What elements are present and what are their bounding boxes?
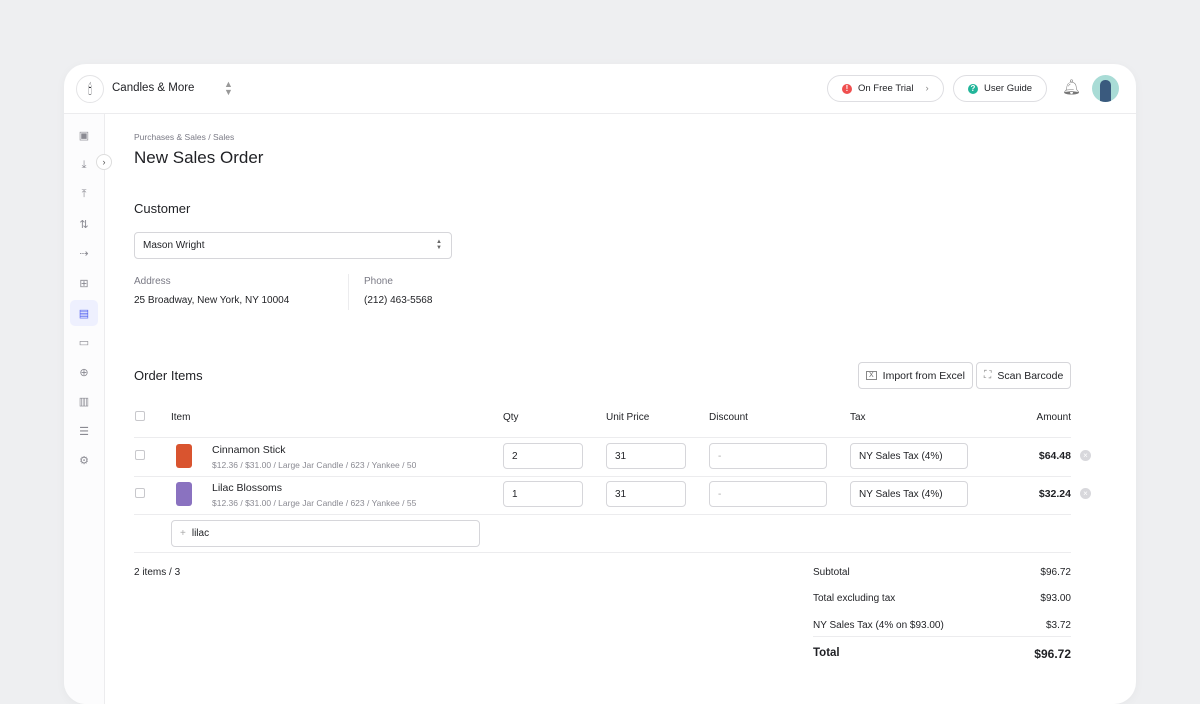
item-name: Lilac Blossoms <box>212 482 282 494</box>
product-thumbnail <box>176 482 192 506</box>
item-meta: $12.36 / $31.00 / Large Jar Candle / 623… <box>212 460 416 470</box>
divider <box>134 552 1071 553</box>
import-excel-button[interactable]: X Import from Excel <box>858 362 973 389</box>
product-thumbnail <box>176 444 192 468</box>
col-item: Item <box>171 412 190 423</box>
excl-tax-label: Total excluding tax <box>813 593 895 604</box>
divider <box>134 476 1071 477</box>
sidebar-item-ship[interactable]: ⤒ <box>70 181 98 207</box>
remove-row-icon[interactable]: × <box>1080 488 1091 499</box>
free-trial-label: On Free Trial <box>858 83 913 94</box>
top-bar: 🕯 Candles & More ▲▼ ! On Free Trial › ? … <box>64 64 1136 114</box>
col-amount: Amount <box>991 412 1071 423</box>
sidebar-item-orders[interactable]: ▣ <box>70 122 98 148</box>
customer-selected: Mason Wright <box>143 240 205 251</box>
breadcrumb-separator: / <box>208 132 210 142</box>
total-value: $96.72 <box>971 647 1071 661</box>
item-amount: $32.24 <box>991 488 1071 500</box>
tax-select[interactable]: NY Sales Tax (4%) <box>850 443 968 469</box>
sidebar-expand-button[interactable]: › <box>96 154 112 170</box>
add-item-value: lilac <box>192 528 209 539</box>
breadcrumb-parent[interactable]: Purchases & Sales <box>134 132 206 142</box>
divider <box>134 514 1071 515</box>
row-checkbox[interactable] <box>135 450 145 460</box>
item-count: 2 items / 3 <box>134 567 180 578</box>
qty-input[interactable]: 2 <box>503 443 583 469</box>
scan-barcode-label: Scan Barcode <box>997 370 1063 382</box>
item-meta: $12.36 / $31.00 / Large Jar Candle / 623… <box>212 498 416 508</box>
discount-input[interactable]: - <box>709 443 827 469</box>
sidebar-item-add[interactable]: ⊕ <box>70 359 98 385</box>
org-logo: 🕯 <box>76 75 104 103</box>
tax-select[interactable]: NY Sales Tax (4%) <box>850 481 968 507</box>
divider <box>134 437 1071 438</box>
total-label: Total <box>813 647 840 659</box>
unit-price-input[interactable]: 31 <box>606 443 686 469</box>
help-icon: ? <box>968 84 978 94</box>
free-trial-button[interactable]: ! On Free Trial › <box>827 75 944 102</box>
tax-value: $3.72 <box>971 620 1071 631</box>
sidebar-item-sales-orders[interactable]: ▤ <box>70 300 98 326</box>
unit-price-input[interactable]: 31 <box>606 481 686 507</box>
breadcrumb-current[interactable]: Sales <box>213 132 234 142</box>
qty-input[interactable]: 1 <box>503 481 583 507</box>
excl-tax-value: $93.00 <box>971 593 1071 604</box>
col-unit-price: Unit Price <box>606 412 649 423</box>
sidebar: ▣ ⤓ ⤒ ⇅ ⇢ ⊞ ▤ ▭ ⊕ ▥ ☰ ⚙ <box>64 114 105 704</box>
breadcrumb: Purchases & Sales / Sales <box>134 132 234 142</box>
tax-label: NY Sales Tax (4% on $93.00) <box>813 620 944 631</box>
customer-heading: Customer <box>134 201 190 216</box>
customer-select[interactable]: Mason Wright ▲▼ <box>134 232 452 259</box>
chevron-right-icon: › <box>925 83 928 94</box>
phone-label: Phone <box>364 276 393 287</box>
select-arrows-icon: ▲▼ <box>436 239 442 251</box>
bell-icon[interactable]: 🔔︎ <box>1062 78 1081 96</box>
sidebar-item-analytics[interactable]: ▥ <box>70 388 98 414</box>
order-items-heading: Order Items <box>134 368 203 383</box>
divider <box>813 636 1071 637</box>
sidebar-item-receive[interactable]: ⤓ <box>70 152 98 178</box>
avatar[interactable] <box>1092 75 1119 102</box>
item-name: Cinnamon Stick <box>212 444 286 456</box>
subtotal-value: $96.72 <box>971 567 1071 578</box>
phone-value: (212) 463-5568 <box>364 295 432 306</box>
excel-icon: X <box>866 371 877 380</box>
col-qty: Qty <box>503 412 519 423</box>
alert-icon: ! <box>842 84 852 94</box>
subtotal-label: Subtotal <box>813 567 850 578</box>
org-switcher-icon[interactable]: ▲▼ <box>224 80 233 96</box>
address-label: Address <box>134 276 171 287</box>
page-title: New Sales Order <box>134 148 263 168</box>
sidebar-item-list[interactable]: ☰ <box>70 418 98 444</box>
sidebar-item-move[interactable]: ⇢ <box>70 240 98 266</box>
divider <box>348 274 349 310</box>
app-window: 🕯 Candles & More ▲▼ ! On Free Trial › ? … <box>64 64 1136 704</box>
select-all-checkbox[interactable] <box>135 411 145 421</box>
sidebar-item-transfer[interactable]: ⇅ <box>70 211 98 237</box>
discount-input[interactable]: - <box>709 481 827 507</box>
scan-barcode-button[interactable]: ⛶ Scan Barcode <box>976 362 1071 389</box>
address-value: 25 Broadway, New York, NY 10004 <box>134 295 289 306</box>
org-name[interactable]: Candles & More <box>112 82 194 94</box>
col-tax: Tax <box>850 412 866 423</box>
user-guide-label: User Guide <box>984 83 1032 94</box>
sidebar-item-settings[interactable]: ⚙ <box>70 447 98 473</box>
add-item-input[interactable]: + lilac <box>171 520 480 547</box>
sidebar-item-reports-card[interactable]: ▭ <box>70 329 98 355</box>
remove-row-icon[interactable]: × <box>1080 450 1091 461</box>
barcode-scan-icon: ⛶ <box>984 369 991 382</box>
plus-icon: + <box>180 528 186 539</box>
user-guide-button[interactable]: ? User Guide <box>953 75 1047 102</box>
item-amount: $64.48 <box>991 450 1071 462</box>
import-excel-label: Import from Excel <box>883 370 965 382</box>
row-checkbox[interactable] <box>135 488 145 498</box>
col-discount: Discount <box>709 412 748 423</box>
sidebar-item-adjust[interactable]: ⊞ <box>70 270 98 296</box>
